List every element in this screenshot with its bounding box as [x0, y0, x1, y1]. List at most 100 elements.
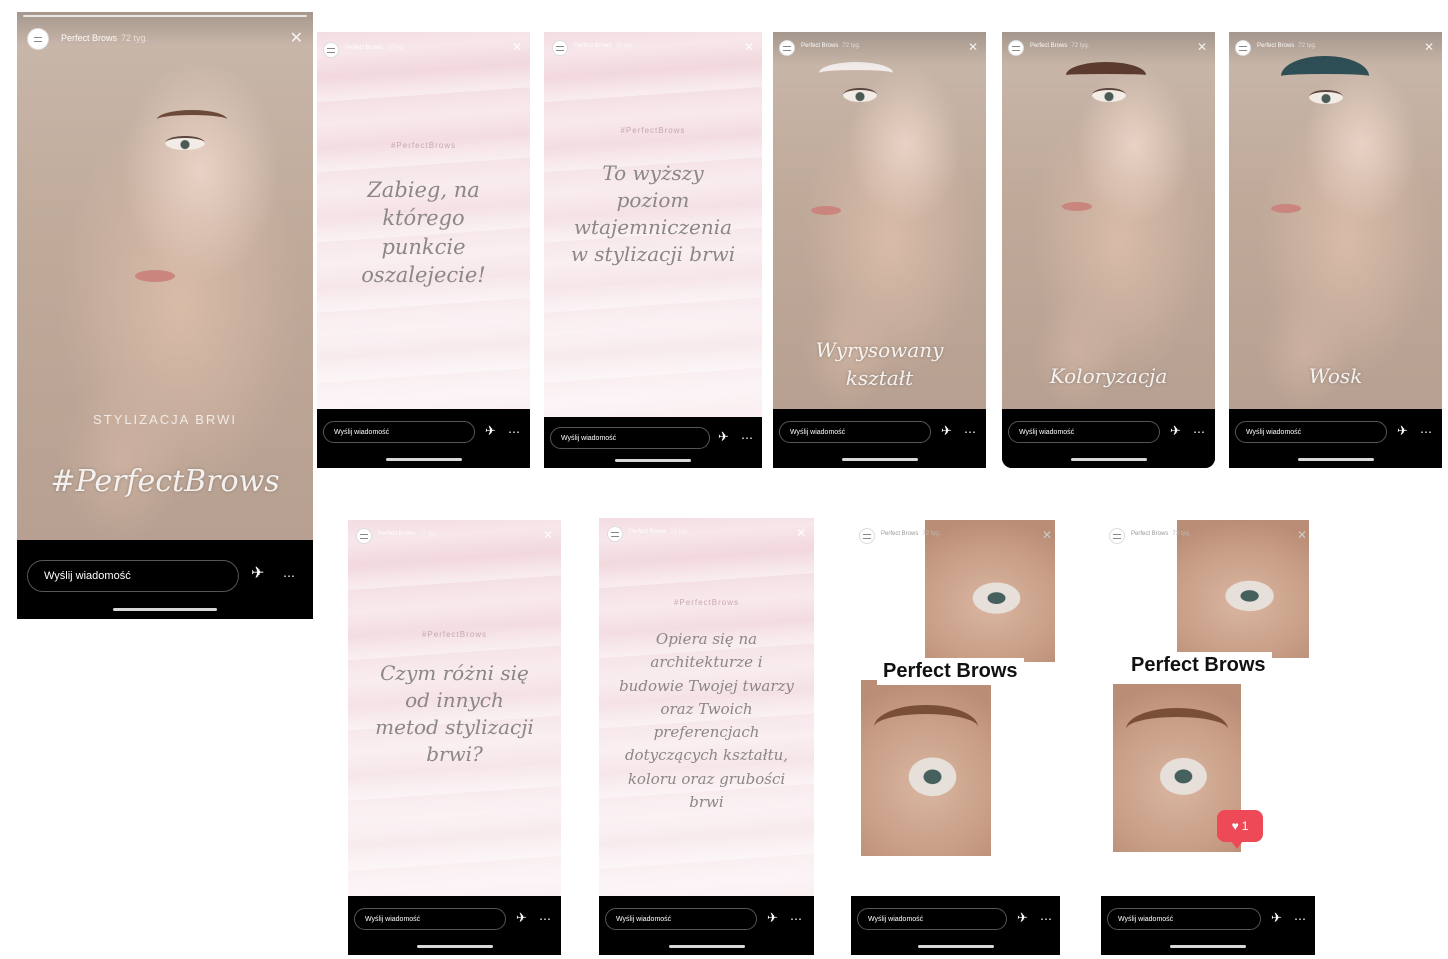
story-card-5[interactable]: Perfect Brows 72 tyg. ✕ Koloryzacja Wyśli…: [1002, 32, 1215, 468]
more-icon[interactable]: ⋯: [1420, 426, 1432, 438]
story-hashtag: #PerfectBrows: [673, 598, 740, 607]
message-input[interactable]: Wyślij wiadomość: [27, 560, 239, 592]
more-icon[interactable]: ⋯: [1294, 913, 1306, 925]
message-input[interactable]: Wyślij wiadomość: [1008, 421, 1160, 443]
story-photo: Perfect Brows 72 tyg. ✕ Koloryzacja: [1002, 32, 1215, 409]
lips: [135, 270, 175, 282]
more-icon[interactable]: ⋯: [283, 570, 295, 582]
account-avatar[interactable]: [607, 526, 623, 542]
story-timestamp: 72 tyg.: [419, 531, 438, 537]
close-icon[interactable]: ✕: [1042, 528, 1052, 542]
account-name-label: Perfect Brows: [574, 43, 612, 49]
account-name[interactable]: Perfect Brows 72 tyg.: [378, 531, 437, 537]
account-name-label: Perfect Brows: [881, 531, 919, 537]
close-icon[interactable]: ✕: [290, 31, 303, 47]
story-timestamp: 72 tyg.: [922, 531, 941, 537]
account-name-label: Perfect Brows: [345, 45, 383, 51]
story-card-3[interactable]: Perfect Brows 72 tyg. ✕ #PerfectBrows To …: [544, 32, 762, 468]
send-icon[interactable]: ✈: [1397, 424, 1408, 437]
story-card-6[interactable]: Perfect Brows 72 tyg. ✕ Wosk Wyślij wiado…: [1229, 32, 1442, 468]
story-overlay-text: Wosk: [1308, 364, 1363, 388]
send-icon[interactable]: ✈: [718, 430, 729, 443]
message-input[interactable]: Wyślij wiadomość: [354, 908, 506, 930]
eye: [843, 88, 877, 102]
account-avatar[interactable]: [1008, 40, 1024, 56]
send-icon[interactable]: ✈: [1271, 911, 1282, 924]
send-icon[interactable]: ✈: [251, 566, 264, 582]
account-avatar[interactable]: [27, 28, 49, 50]
eye: [1092, 88, 1126, 102]
story-photo: Perfect Brows 72 tyg. ✕ Wyrysowany kształ…: [773, 32, 986, 409]
story-overlay-text: Koloryzacja: [1049, 364, 1168, 388]
account-avatar[interactable]: [356, 528, 372, 544]
message-input[interactable]: Wyślij wiadomość: [550, 427, 710, 449]
account-avatar[interactable]: [1235, 40, 1251, 56]
message-input[interactable]: Wyślij wiadomość: [605, 908, 757, 930]
account-name[interactable]: Perfect Brows 72 tyg.: [345, 45, 404, 51]
story-footer: Wyślij wiadomość ✈ ⋯: [544, 417, 762, 468]
home-indicator: [113, 608, 217, 611]
message-input[interactable]: Wyślij wiadomość: [1107, 908, 1261, 930]
account-name[interactable]: Perfect Brows 72 tyg.: [629, 529, 688, 535]
story-footer: Wyślij wiadomość ✈ ⋯: [17, 540, 313, 619]
story-card-10[interactable]: Perfect Brows ♥ 1 Perfect Brows 72 tyg. ✕…: [1101, 520, 1315, 955]
account-name-label: Perfect Brows: [61, 33, 118, 43]
more-icon[interactable]: ⋯: [539, 913, 551, 925]
account-name[interactable]: Perfect Brows 72 tyg.: [1257, 43, 1316, 49]
home-indicator: [1297, 458, 1374, 461]
message-input[interactable]: Wyślij wiadomość: [323, 421, 475, 443]
story-card-2[interactable]: Perfect Brows 72 tyg. ✕ #PerfectBrows Zab…: [317, 32, 530, 468]
account-name[interactable]: Perfect Brows 72 tyg.: [1131, 531, 1190, 537]
send-icon[interactable]: ✈: [1017, 911, 1028, 924]
story-card-1[interactable]: Perfect Brows 72 tyg. ✕ STYLIZACJA BRWI #…: [17, 12, 313, 619]
account-avatar[interactable]: [323, 42, 339, 58]
story-card-7[interactable]: Perfect Brows 72 tyg. ✕ #PerfectBrows Czy…: [348, 520, 561, 955]
close-icon[interactable]: ✕: [512, 40, 522, 54]
account-name[interactable]: Perfect Brows 72 tyg.: [574, 43, 633, 49]
more-icon[interactable]: ⋯: [790, 913, 802, 925]
account-name[interactable]: Perfect Brows 72 tyg.: [1030, 43, 1089, 49]
more-icon[interactable]: ⋯: [1040, 913, 1052, 925]
story-hashtag: #PerfectBrows: [390, 141, 457, 150]
story-card-9[interactable]: Perfect Brows Perfect Brows 72 tyg. ✕ Wyś…: [851, 520, 1060, 955]
account-avatar[interactable]: [552, 40, 568, 56]
account-name[interactable]: Perfect Brows 72 tyg.: [61, 33, 148, 43]
story-card-4[interactable]: Perfect Brows 72 tyg. ✕ Wyrysowany kształ…: [773, 32, 986, 468]
story-text: To wyższy poziom wtajemniczenia w styliz…: [570, 161, 736, 266]
story-hashtag: #PerfectBrows: [421, 630, 488, 639]
send-icon[interactable]: ✈: [485, 424, 496, 437]
story-background: Perfect Brows 72 tyg. ✕ #PerfectBrows To …: [544, 32, 762, 417]
eye-photo-before: [1177, 520, 1309, 658]
account-name[interactable]: Perfect Brows 72 tyg.: [801, 43, 860, 49]
story-hashtag: #PerfectBrows: [620, 126, 686, 135]
story-card-8[interactable]: Perfect Brows 72 tyg. ✕ #PerfectBrows Opi…: [599, 518, 814, 955]
close-icon[interactable]: ✕: [1197, 40, 1207, 54]
account-avatar[interactable]: [859, 528, 875, 544]
send-icon[interactable]: ✈: [1170, 424, 1181, 437]
home-indicator: [385, 458, 462, 461]
home-indicator: [416, 945, 493, 948]
send-icon[interactable]: ✈: [941, 424, 952, 437]
close-icon[interactable]: ✕: [543, 528, 553, 542]
more-icon[interactable]: ⋯: [508, 426, 520, 438]
send-icon[interactable]: ✈: [516, 911, 527, 924]
account-avatar[interactable]: [1109, 528, 1125, 544]
close-icon[interactable]: ✕: [744, 40, 754, 54]
send-icon[interactable]: ✈: [767, 911, 778, 924]
close-icon[interactable]: ✕: [796, 526, 806, 540]
message-input[interactable]: Wyślij wiadomość: [1235, 421, 1387, 443]
more-icon[interactable]: ⋯: [1193, 426, 1205, 438]
more-icon[interactable]: ⋯: [741, 432, 753, 444]
story-background: Perfect Brows ♥ 1 Perfect Brows 72 tyg. ✕: [1101, 520, 1315, 896]
close-icon[interactable]: ✕: [968, 40, 978, 54]
message-input[interactable]: Wyślij wiadomość: [857, 908, 1007, 930]
story-footer: Wyślij wiadomość ✈ ⋯: [851, 896, 1060, 955]
more-icon[interactable]: ⋯: [964, 426, 976, 438]
account-avatar[interactable]: [779, 40, 795, 56]
close-icon[interactable]: ✕: [1297, 528, 1307, 542]
like-notification[interactable]: ♥ 1: [1217, 810, 1263, 849]
account-name[interactable]: Perfect Brows 72 tyg.: [881, 531, 940, 537]
message-input[interactable]: Wyślij wiadomość: [779, 421, 931, 443]
close-icon[interactable]: ✕: [1424, 40, 1434, 54]
story-text: Opiera się na architekturze i budowie Tw…: [619, 630, 794, 811]
